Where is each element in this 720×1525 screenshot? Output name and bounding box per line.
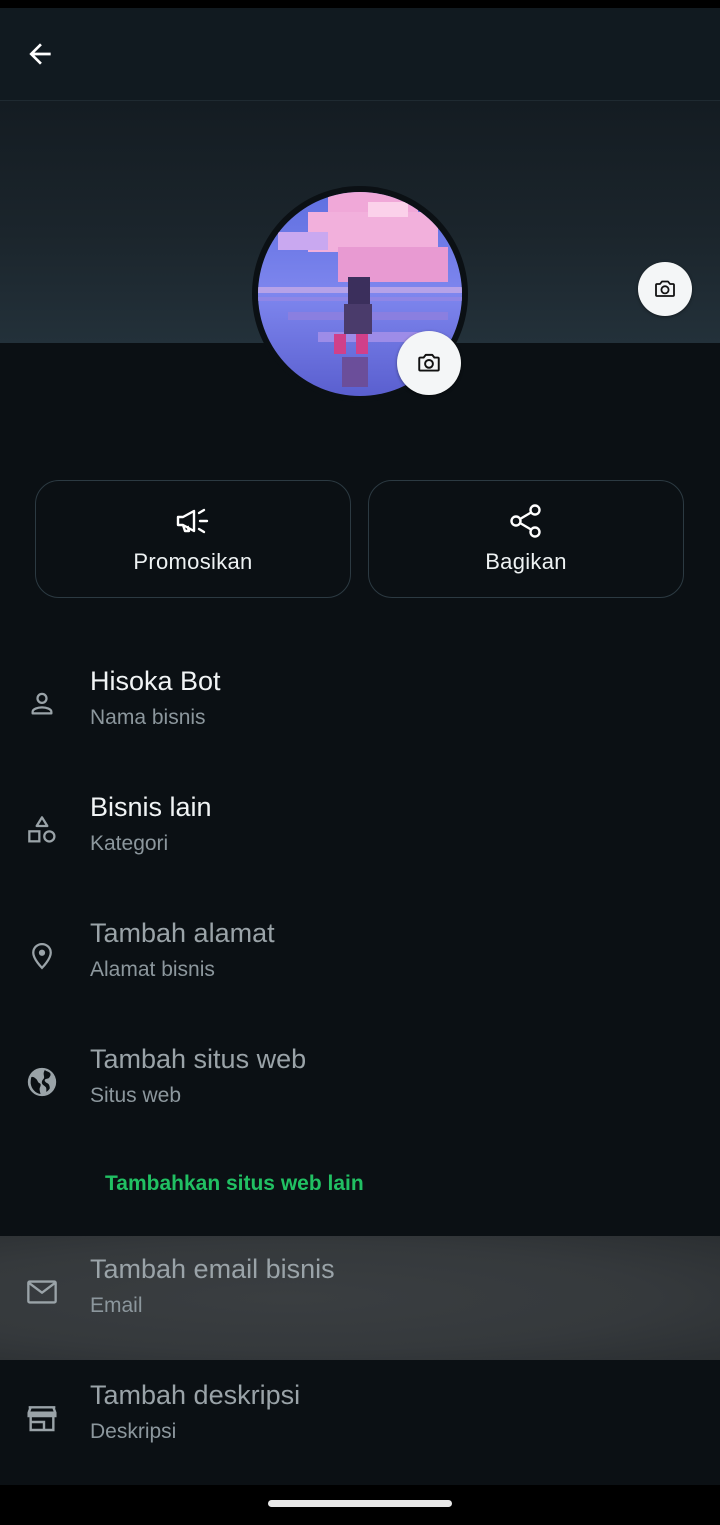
home-indicator[interactable] bbox=[268, 1500, 452, 1507]
system-nav-bar bbox=[0, 1485, 720, 1525]
business-name-value: Hisoka Bot bbox=[90, 666, 221, 696]
address-label: Alamat bisnis bbox=[90, 958, 215, 981]
share-label: Bagikan bbox=[485, 549, 567, 574]
business-name-row[interactable]: Hisoka Bot Nama bisnis bbox=[0, 648, 720, 772]
back-button[interactable] bbox=[18, 34, 62, 74]
globe-icon bbox=[27, 1067, 57, 1097]
category-value: Bisnis lain bbox=[90, 792, 212, 822]
shapes-icon bbox=[28, 816, 56, 843]
avatar-camera-button[interactable] bbox=[397, 331, 461, 395]
address-row[interactable]: Tambah alamat Alamat bisnis bbox=[0, 900, 720, 1024]
website-row[interactable]: Tambah situs web Situs web bbox=[0, 1026, 720, 1150]
address-value: Tambah alamat bbox=[90, 918, 275, 948]
megaphone-icon bbox=[176, 508, 209, 534]
share-icon bbox=[510, 504, 541, 538]
category-row[interactable]: Bisnis lain Kategori bbox=[0, 774, 720, 898]
cover-camera-button[interactable] bbox=[638, 262, 692, 316]
camera-icon bbox=[418, 353, 440, 372]
arrow-left-icon bbox=[29, 43, 51, 65]
category-label: Kategori bbox=[90, 832, 169, 855]
share-button[interactable]: Bagikan bbox=[368, 480, 684, 598]
website-value: Tambah situs web bbox=[90, 1044, 307, 1074]
store-icon bbox=[27, 1406, 57, 1432]
business-name-label: Nama bisnis bbox=[90, 706, 206, 729]
person-icon bbox=[31, 692, 53, 715]
email-row[interactable]: Tambah email bisnis Email bbox=[0, 1236, 720, 1360]
promote-label: Promosikan bbox=[133, 549, 253, 574]
description-value: Tambah deskripsi bbox=[90, 1380, 301, 1410]
camera-icon bbox=[655, 280, 675, 297]
email-value: Tambah email bisnis bbox=[90, 1254, 335, 1284]
mail-icon bbox=[27, 1280, 57, 1304]
add-another-website-link[interactable]: Tambahkan situs web lain bbox=[105, 1172, 364, 1196]
description-label: Deskripsi bbox=[90, 1420, 177, 1443]
status-bar bbox=[0, 0, 720, 8]
promote-button[interactable]: Promosikan bbox=[35, 480, 351, 598]
email-label: Email bbox=[90, 1294, 143, 1317]
top-app-bar bbox=[0, 8, 720, 101]
location-pin-icon bbox=[32, 942, 52, 970]
website-label: Situs web bbox=[90, 1084, 182, 1107]
description-row[interactable]: Tambah deskripsi Deskripsi bbox=[0, 1362, 720, 1486]
